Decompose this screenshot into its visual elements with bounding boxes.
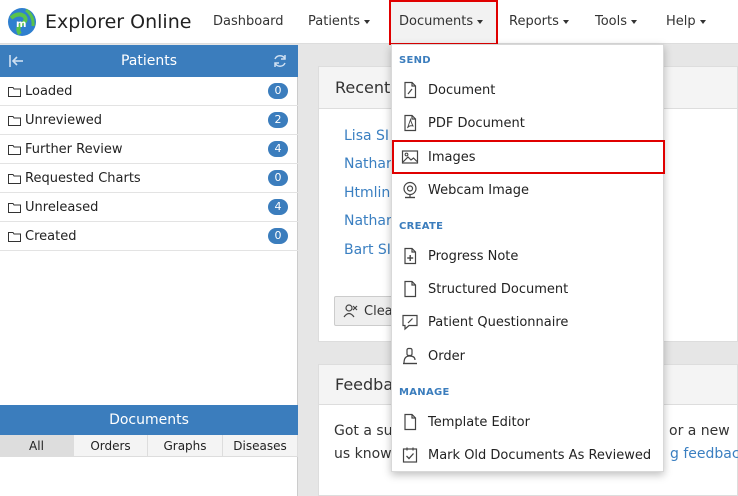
- webcam-icon: [403, 181, 417, 199]
- app-logo-icon: m: [8, 8, 36, 36]
- pdf-icon: [404, 114, 417, 132]
- menu-item-patient-questionnaire[interactable]: Patient Questionnaire: [392, 307, 663, 337]
- menu-item-label: Patient Questionnaire: [428, 314, 569, 330]
- patient-list-label: Loaded: [25, 83, 73, 99]
- menu-section-create: CREATE: [399, 221, 444, 232]
- documents-panel-title: Documents: [109, 412, 189, 428]
- brand[interactable]: m Explorer Online: [6, 5, 191, 39]
- caret-down-icon: [562, 19, 569, 24]
- patient-list-label: Unreleased: [25, 199, 99, 215]
- menu-section-manage: MANAGE: [399, 387, 450, 398]
- count-badge: 2: [268, 112, 288, 128]
- feedback-text-line1-right: or a new: [669, 423, 730, 439]
- nav-patients-label: Patients: [308, 14, 361, 29]
- document-icon: [404, 81, 417, 99]
- menu-item-label: Webcam Image: [428, 182, 529, 198]
- patients-panel-title: Patients: [120, 53, 178, 69]
- app-title: Explorer Online: [45, 11, 192, 33]
- folder-icon: [8, 144, 21, 155]
- feedback-text-line2-left: us know: [334, 446, 392, 462]
- nav-help[interactable]: Help: [666, 0, 706, 44]
- nav-help-label: Help: [666, 14, 696, 29]
- menu-item-structured-document[interactable]: Structured Document: [392, 274, 663, 304]
- patient-list-label: Unreviewed: [25, 112, 102, 128]
- collapse-left-icon[interactable]: [8, 53, 24, 69]
- feedback-text-line1-left: Got a su: [334, 423, 393, 439]
- folder-icon: [8, 115, 21, 126]
- count-badge: 0: [268, 83, 288, 99]
- tab-all[interactable]: All: [0, 435, 74, 457]
- tab-orders[interactable]: Orders: [74, 435, 148, 457]
- menu-item-label: PDF Document: [428, 115, 525, 131]
- patient-list-unreviewed[interactable]: Unreviewed 2: [0, 106, 298, 135]
- nav-patients[interactable]: Patients: [308, 0, 371, 44]
- nav-reports[interactable]: Reports: [509, 0, 569, 44]
- recent-patient-link[interactable]: Nathar: [344, 213, 392, 229]
- menu-item-label: Order: [428, 348, 465, 364]
- caret-down-icon: [364, 19, 371, 24]
- recent-patient-link[interactable]: Htmlin: [344, 185, 390, 201]
- folder-icon: [8, 173, 21, 184]
- folder-icon: [8, 86, 21, 97]
- count-badge: 0: [268, 170, 288, 186]
- patient-list-label: Further Review: [25, 141, 123, 157]
- count-badge: 4: [268, 141, 288, 157]
- patient-list-further-review[interactable]: Further Review 4: [0, 135, 298, 164]
- clear-recent-label: Clea: [364, 303, 393, 319]
- questionnaire-icon: [402, 314, 418, 331]
- documents-dropdown-menu: SEND Document PDF Document Images Webcam…: [391, 44, 664, 472]
- menu-item-webcam-image[interactable]: Webcam Image: [392, 175, 663, 205]
- count-badge: 0: [268, 228, 288, 244]
- documents-panel-header: Documents: [0, 405, 298, 435]
- mark-reviewed-icon: [402, 447, 418, 463]
- menu-item-label: Structured Document: [428, 281, 569, 297]
- order-icon: [403, 347, 417, 365]
- tab-diseases[interactable]: Diseases: [223, 435, 298, 457]
- menu-item-template-editor[interactable]: Template Editor: [392, 407, 663, 437]
- menu-item-progress-note[interactable]: Progress Note: [392, 241, 663, 271]
- menu-item-label: Template Editor: [428, 414, 530, 430]
- menu-section-send: SEND: [399, 55, 431, 66]
- folder-icon: [8, 231, 21, 242]
- svg-text:m: m: [16, 19, 26, 30]
- user-remove-icon: [343, 304, 358, 318]
- menu-item-label: Document: [428, 82, 496, 98]
- patient-list-loaded[interactable]: Loaded 0: [0, 77, 298, 106]
- left-panel: Patients Loaded 0 Unreviewed 2 Further R…: [0, 45, 298, 496]
- template-editor-icon: [404, 413, 417, 431]
- caret-down-icon: [699, 19, 706, 24]
- menu-item-label: Mark Old Documents As Reviewed: [428, 447, 652, 463]
- patient-list-label: Created: [25, 228, 77, 244]
- patient-list-requested-charts[interactable]: Requested Charts 0: [0, 164, 298, 193]
- highlight-box-documents: [389, 0, 498, 45]
- nav-dashboard-label: Dashboard: [213, 14, 284, 29]
- menu-item-pdf-document[interactable]: PDF Document: [392, 108, 663, 138]
- refresh-icon[interactable]: [272, 53, 288, 69]
- tab-graphs[interactable]: Graphs: [148, 435, 223, 457]
- recent-patient-link[interactable]: Lisa SI: [344, 128, 389, 144]
- menu-item-mark-old-documents-reviewed[interactable]: Mark Old Documents As Reviewed: [392, 440, 663, 470]
- highlight-box-images: [392, 140, 665, 174]
- count-badge: 4: [268, 199, 288, 215]
- menu-item-order[interactable]: Order: [392, 341, 663, 371]
- nav-reports-label: Reports: [509, 14, 559, 29]
- recent-patient-link[interactable]: Bart SI: [344, 242, 391, 258]
- recent-patient-link[interactable]: Nathar: [344, 156, 392, 172]
- caret-down-icon: [631, 19, 638, 24]
- nav-dashboard[interactable]: Dashboard: [213, 0, 284, 44]
- top-navbar: m Explorer Online Dashboard Patients Doc…: [0, 0, 738, 44]
- progress-note-icon: [404, 247, 417, 265]
- menu-item-document[interactable]: Document: [392, 75, 663, 105]
- feedback-link[interactable]: g feedbac: [670, 446, 738, 462]
- structured-document-icon: [404, 280, 417, 298]
- nav-tools-label: Tools: [595, 14, 628, 29]
- menu-item-label: Progress Note: [428, 248, 519, 264]
- patient-list-label: Requested Charts: [25, 170, 141, 186]
- patients-panel-header: Patients: [0, 45, 298, 77]
- patient-list-unreleased[interactable]: Unreleased 4: [0, 193, 298, 222]
- folder-icon: [8, 202, 21, 213]
- patient-list-created[interactable]: Created 0: [0, 222, 298, 251]
- nav-tools[interactable]: Tools: [595, 0, 638, 44]
